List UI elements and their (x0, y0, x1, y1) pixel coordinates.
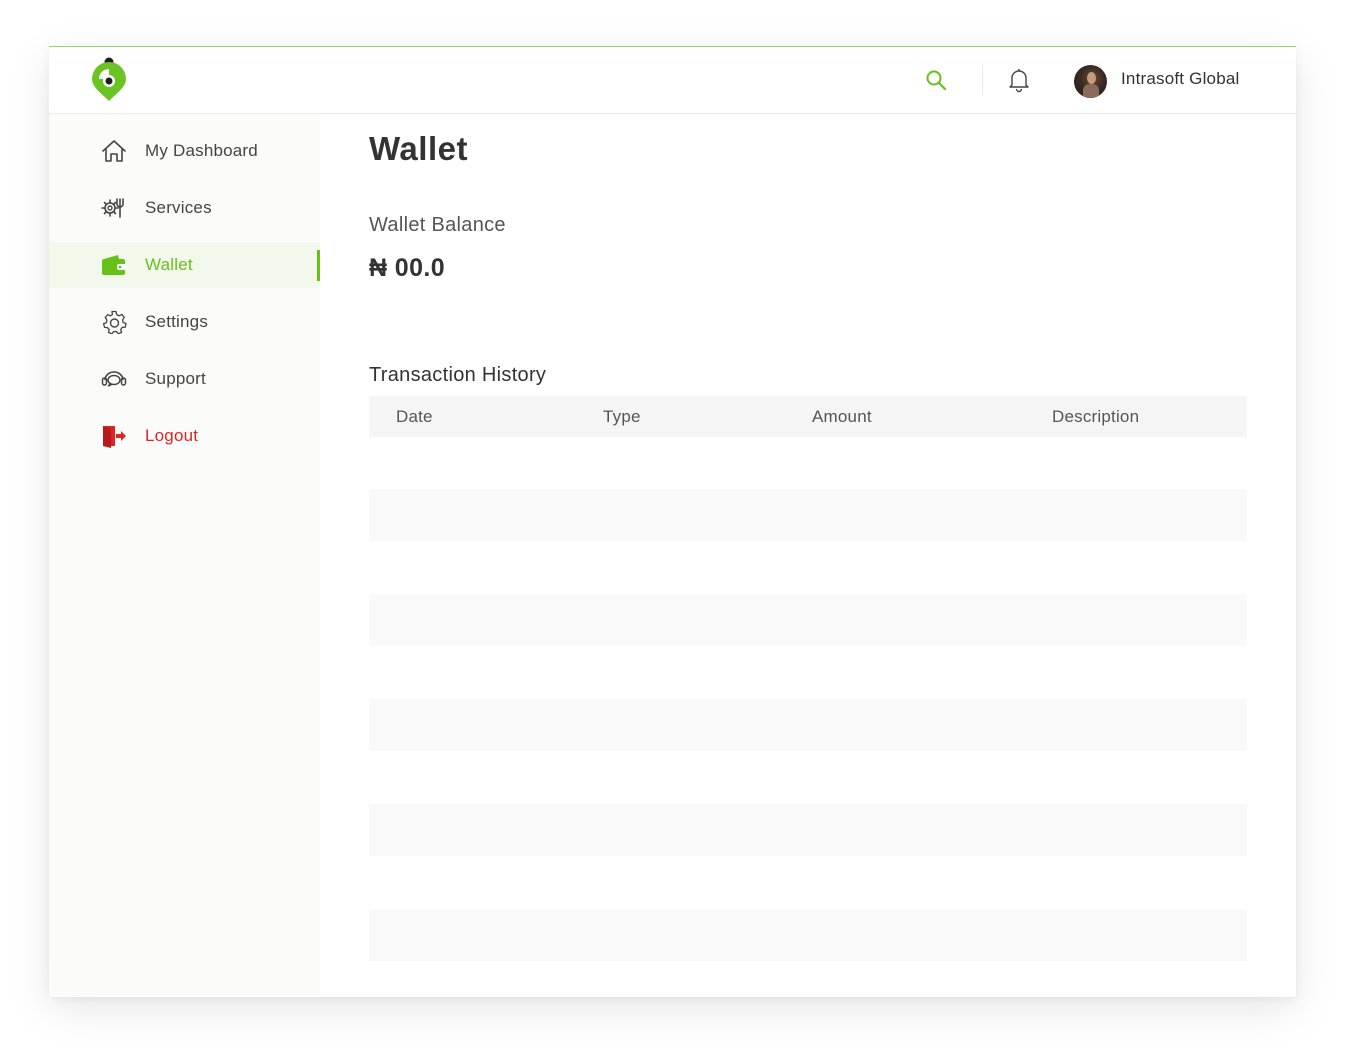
avatar[interactable] (1074, 65, 1107, 98)
table-header: Date Type Amount Description (369, 396, 1247, 437)
column-header-type[interactable]: Type (603, 407, 641, 427)
sidebar-item-wallet[interactable]: Wallet (49, 242, 320, 288)
column-header-amount[interactable]: Amount (812, 407, 872, 427)
wallet-icon (102, 255, 126, 275)
table-row (369, 594, 1247, 646)
transaction-history-title: Transaction History (369, 364, 547, 386)
sidebar-item-label: Services (145, 198, 212, 217)
services-icon (101, 198, 124, 218)
table-row (369, 699, 1247, 751)
table-row (369, 646, 1247, 698)
page-title: Wallet (369, 130, 468, 167)
sidebar-item-label: Settings (145, 312, 209, 331)
table-row (369, 909, 1247, 961)
sidebar-item-label: Logout (145, 426, 199, 445)
table-row (369, 856, 1247, 908)
table-row (369, 437, 1247, 489)
sidebar-item-my-dashboard[interactable]: My Dashboard (49, 128, 320, 174)
logo[interactable] (91, 57, 127, 103)
logout-icon (103, 426, 126, 448)
app-window: Intrasoft Global My Dashboard Services W… (49, 46, 1296, 997)
home-icon (102, 140, 126, 162)
sidebar-item-label: Support (145, 369, 206, 388)
balance-label: Wallet Balance (369, 214, 506, 236)
table-row (369, 489, 1247, 541)
table-row (369, 541, 1247, 593)
sidebar-item-logout[interactable]: Logout (49, 413, 320, 459)
sidebar-item-services[interactable]: Services (49, 185, 320, 231)
gear-icon (102, 310, 127, 334)
user-name[interactable]: Intrasoft Global (1121, 69, 1239, 89)
top-bar: Intrasoft Global (49, 47, 1296, 114)
support-icon (101, 371, 127, 387)
sidebar-item-settings[interactable]: Settings (49, 299, 320, 345)
column-header-date[interactable]: Date (396, 407, 433, 427)
column-header-description[interactable]: Description (1052, 407, 1139, 427)
bell-icon[interactable] (1006, 67, 1032, 93)
main-content: Wallet Wallet Balance ₦ 00.0 Transaction… (320, 114, 1296, 997)
header-divider (982, 65, 983, 95)
sidebar: My Dashboard Services Wallet Settings Su… (49, 114, 320, 997)
table-row (369, 751, 1247, 803)
transaction-table: Date Type Amount Description (369, 396, 1247, 961)
search-icon[interactable] (925, 69, 947, 91)
sidebar-item-label: Wallet (145, 255, 193, 274)
sidebar-item-support[interactable]: Support (49, 356, 320, 402)
balance-amount: ₦ 00.0 (369, 254, 446, 282)
table-row (369, 804, 1247, 856)
sidebar-item-label: My Dashboard (145, 141, 258, 160)
